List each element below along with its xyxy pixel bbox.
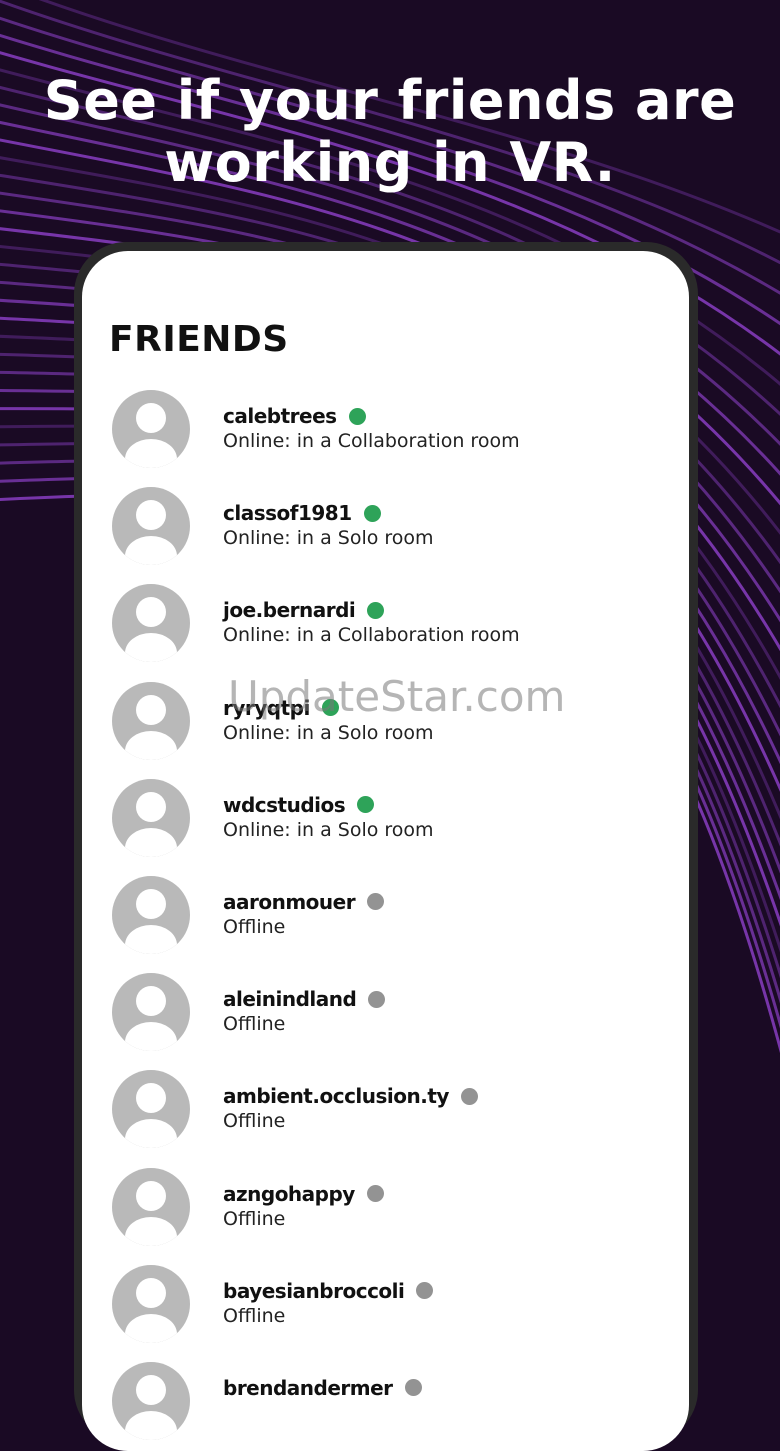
friend-status: Offline — [223, 1304, 286, 1327]
friend-name: aaronmouer — [223, 889, 356, 914]
friend-name: azngohappy — [223, 1181, 355, 1206]
friends-list: calebtrees Online: in a Collaboration roo… — [82, 387, 689, 1451]
avatar-icon — [112, 875, 190, 954]
avatar-body — [125, 1410, 177, 1440]
offline-status-dot-icon — [460, 1087, 478, 1105]
friend-row[interactable]: calebtrees Online: in a Collaboration roo… — [82, 387, 689, 484]
headline: See if your friends are working in VR. — [0, 70, 780, 194]
avatar-body — [125, 633, 177, 663]
online-status-dot-icon — [357, 796, 375, 814]
avatar-head — [136, 597, 166, 628]
avatar-icon — [112, 390, 190, 468]
friend-status: Offline — [223, 1207, 286, 1230]
avatar-icon — [112, 1167, 190, 1246]
online-status-dot-icon — [363, 504, 381, 522]
avatar-icon — [112, 1070, 190, 1149]
friend-name: wdcstudios — [223, 792, 346, 817]
friend-status: Online: in a Solo room — [223, 527, 434, 550]
avatar-body — [125, 439, 177, 468]
friend-status: Online: in a Solo room — [223, 721, 434, 744]
friend-name-row: aaronmouer — [223, 889, 385, 914]
avatar-head — [136, 888, 166, 919]
offline-status-dot-icon — [416, 1282, 434, 1300]
offline-status-dot-icon — [367, 893, 385, 911]
friend-name: ambient.occlusion.ty — [223, 1084, 449, 1109]
avatar-body — [125, 1216, 177, 1246]
friend-name-row: wdcstudios — [223, 792, 375, 817]
avatar-head — [136, 1277, 166, 1308]
avatar-head — [136, 403, 166, 433]
avatar-icon — [112, 584, 190, 663]
friend-status: Offline — [223, 1013, 286, 1036]
avatar-head — [136, 986, 166, 1017]
avatar-head — [136, 694, 166, 725]
friend-name-row: ambient.occlusion.ty — [223, 1084, 478, 1108]
offline-status-dot-icon — [368, 990, 386, 1008]
friend-row[interactable]: aleinindland Offline — [82, 970, 689, 1067]
friend-name: joe.bernardi — [223, 598, 356, 623]
friend-name-row: azngohappy — [223, 1182, 384, 1206]
friend-name-row: bayesianbroccoli — [223, 1278, 434, 1303]
avatar-icon — [112, 681, 190, 760]
friend-name-row: calebtrees — [223, 404, 366, 428]
friend-name: aleinindland — [223, 987, 357, 1012]
avatar-body — [125, 536, 177, 566]
friends-title: FRIENDS — [109, 319, 289, 360]
friend-status: Online: in a Collaboration room — [223, 430, 520, 452]
friend-name-row: joe.bernardi — [223, 598, 385, 623]
avatar-body — [125, 924, 177, 954]
friend-status: Offline — [223, 915, 286, 938]
phone-screen: FRIENDS calebtrees Online: in a Collabora… — [82, 251, 689, 1451]
friend-row[interactable]: brendandermer — [82, 1359, 689, 1451]
headline-line-1: See if your friends are — [43, 69, 737, 132]
avatar-head — [136, 791, 166, 822]
friend-row[interactable]: ambient.occlusion.ty Offline — [82, 1067, 689, 1164]
friend-status: Online: in a Collaboration room — [223, 624, 520, 647]
friend-name: brendandermer — [223, 1375, 393, 1400]
friend-row[interactable]: joe.bernardi Online: in a Collaboration r… — [82, 581, 689, 678]
avatar-icon — [112, 487, 190, 566]
offline-status-dot-icon — [404, 1379, 422, 1397]
avatar-head — [136, 1374, 166, 1405]
avatar-body — [125, 1119, 177, 1149]
friend-status: Online: in a Solo room — [223, 818, 434, 841]
headline-line-2: working in VR. — [164, 131, 616, 194]
friend-name: bayesianbroccoli — [223, 1278, 405, 1303]
avatar-head — [136, 1083, 166, 1114]
friend-row[interactable]: wdcstudios Online: in a Solo room — [82, 776, 689, 873]
friend-name-row: brendandermer — [223, 1376, 422, 1400]
offline-status-dot-icon — [366, 1185, 384, 1202]
avatar-body — [125, 730, 177, 760]
online-status-dot-icon — [367, 601, 385, 619]
watermark: UpdateStar.com — [228, 672, 566, 721]
friend-name: classof1981 — [223, 501, 352, 526]
avatar-icon — [112, 1361, 190, 1440]
friend-name-row: aleinindland — [223, 987, 386, 1012]
avatar-icon — [112, 778, 190, 857]
friend-row[interactable]: aaronmouer Offline — [82, 873, 689, 970]
avatar-body — [125, 1022, 177, 1052]
friend-row[interactable]: azngohappy Offline — [82, 1165, 689, 1262]
avatar-icon — [112, 1264, 190, 1343]
online-status-dot-icon — [348, 407, 366, 425]
friend-row[interactable]: bayesianbroccoli Offline — [82, 1262, 689, 1359]
avatar-head — [136, 1180, 166, 1211]
friend-name: calebtrees — [223, 404, 337, 428]
friend-name-row: classof1981 — [223, 501, 381, 525]
avatar-body — [125, 1313, 177, 1343]
friend-status: Offline — [223, 1110, 286, 1133]
avatar-icon — [112, 973, 190, 1052]
avatar-body — [125, 827, 177, 857]
avatar-head — [136, 500, 166, 531]
friend-row[interactable]: classof1981 Online: in a Solo room — [82, 484, 689, 581]
